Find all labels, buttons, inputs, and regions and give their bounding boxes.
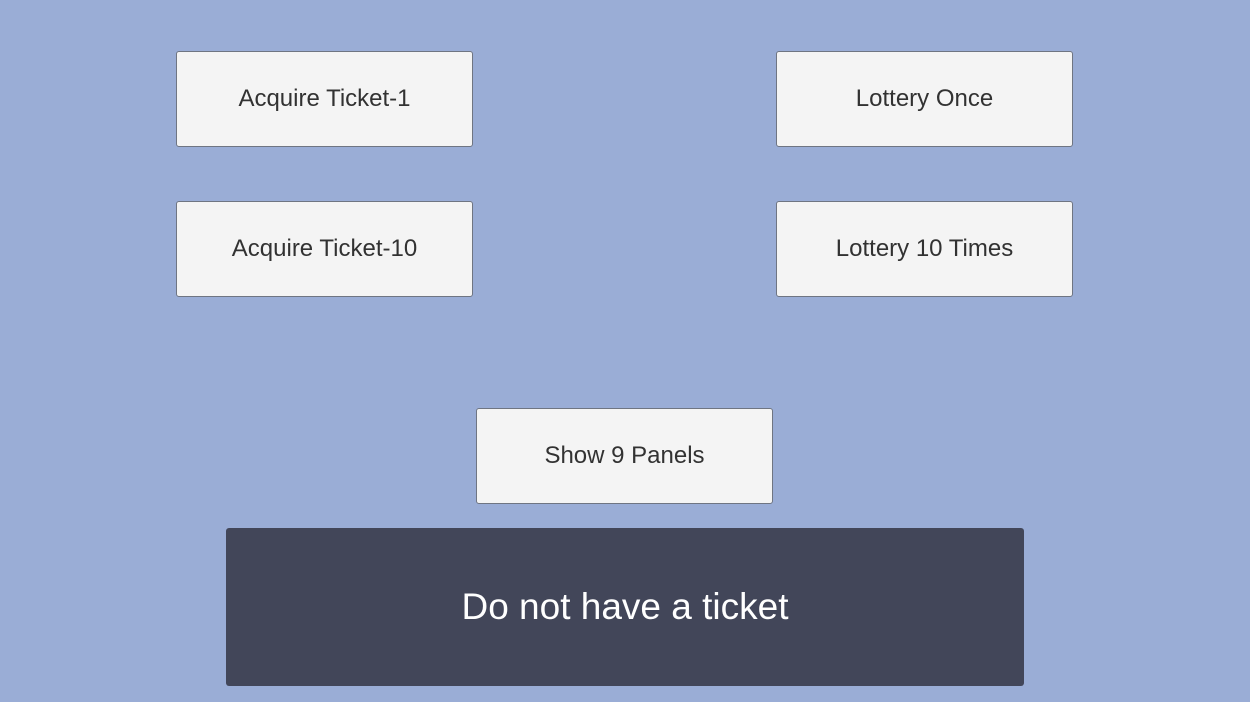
lottery-10-times-label: Lottery 10 Times (835, 235, 1014, 262)
acquire-ticket-1-button[interactable]: Acquire Ticket-1 (176, 51, 473, 147)
lottery-once-button[interactable]: Lottery Once (776, 51, 1073, 147)
show-9-panels-label: Show 9 Panels (544, 442, 705, 469)
acquire-ticket-10-label: Acquire Ticket-10 (231, 235, 418, 262)
lottery-once-label: Lottery Once (855, 85, 994, 112)
acquire-ticket-1-label: Acquire Ticket-1 (238, 85, 411, 112)
show-9-panels-button[interactable]: Show 9 Panels (476, 408, 773, 504)
acquire-ticket-10-button[interactable]: Acquire Ticket-10 (176, 201, 473, 297)
ticket-status-message: Do not have a ticket (461, 586, 789, 627)
lottery-10-times-button[interactable]: Lottery 10 Times (776, 201, 1073, 297)
ticket-status-panel: Do not have a ticket (226, 528, 1024, 686)
